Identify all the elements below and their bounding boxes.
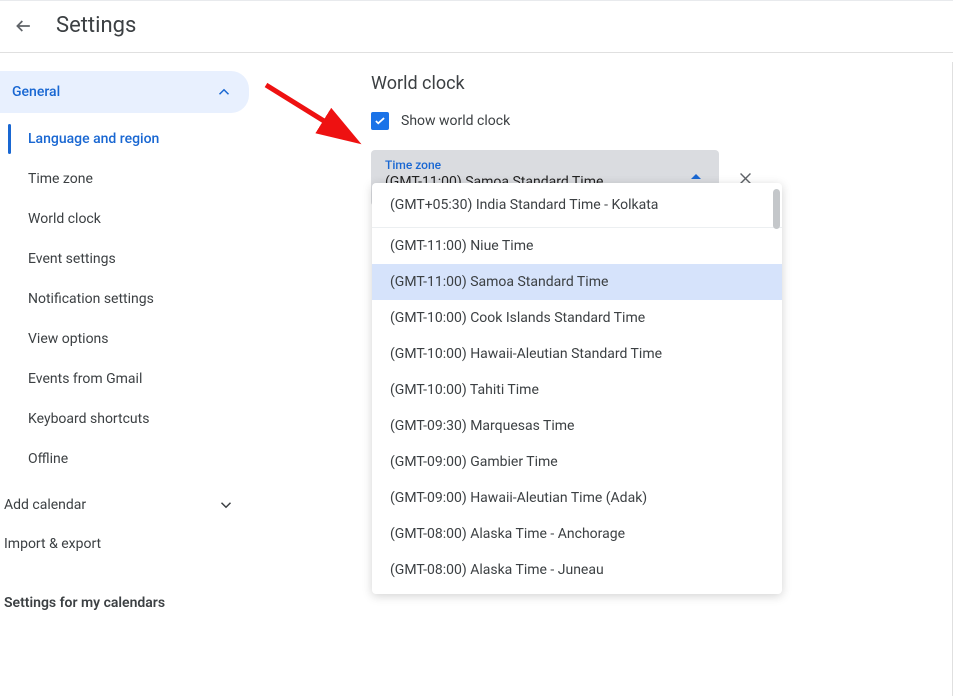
nav-add-calendar[interactable]: Add calendar bbox=[0, 485, 255, 525]
chevron-down-icon bbox=[217, 496, 235, 514]
nav-notification-settings[interactable]: Notification settings bbox=[4, 279, 255, 319]
back-arrow-icon[interactable] bbox=[14, 16, 34, 36]
dropdown-option[interactable]: (GMT-09:00) Hawaii-Aleutian Time (Adak) bbox=[372, 480, 782, 516]
dropdown-current-item[interactable]: (GMT+05:30) India Standard Time - Kolkat… bbox=[372, 183, 782, 228]
nav-event-settings[interactable]: Event settings bbox=[4, 239, 255, 279]
page-title: Settings bbox=[56, 13, 136, 38]
dropdown-option[interactable]: (GMT-09:00) Gambier Time bbox=[372, 444, 782, 480]
chevron-up-icon bbox=[215, 83, 233, 101]
nav-sublist: Language and region Time zone World cloc… bbox=[0, 119, 255, 479]
nav-language-region[interactable]: Language and region bbox=[4, 119, 255, 159]
dropdown-option[interactable]: (GMT-11:00) Niue Time bbox=[372, 228, 782, 264]
nav-keyboard-shortcuts[interactable]: Keyboard shortcuts bbox=[4, 399, 255, 439]
nav-import-export[interactable]: Import & export bbox=[0, 525, 255, 563]
scrollbar-thumb[interactable] bbox=[773, 189, 780, 229]
nav-events-from-gmail[interactable]: Events from Gmail bbox=[4, 359, 255, 399]
nav-offline[interactable]: Offline bbox=[4, 439, 255, 479]
show-world-clock-label: Show world clock bbox=[401, 113, 510, 129]
nav-view-options[interactable]: View options bbox=[4, 319, 255, 359]
show-world-clock-row: Show world clock bbox=[371, 112, 933, 130]
dropdown-option[interactable]: (GMT-10:00) Tahiti Time bbox=[372, 372, 782, 408]
header-bar: Settings bbox=[0, 0, 953, 52]
timezone-float-label: Time zone bbox=[385, 158, 705, 172]
checkmark-icon bbox=[373, 114, 387, 128]
caret-up-icon bbox=[691, 174, 701, 179]
sidebar: General Language and region Time zone Wo… bbox=[0, 53, 255, 611]
show-world-clock-checkbox[interactable] bbox=[371, 112, 389, 130]
timezone-dropdown[interactable]: (GMT+05:30) India Standard Time - Kolkat… bbox=[372, 183, 782, 594]
annotation-arrow bbox=[258, 79, 368, 149]
nav-time-zone[interactable]: Time zone bbox=[4, 159, 255, 199]
main-content: World clock Show world clock Time zone (… bbox=[255, 53, 953, 611]
nav-section-label: General bbox=[12, 84, 60, 100]
dropdown-option[interactable]: (GMT-10:00) Cook Islands Standard Time bbox=[372, 300, 782, 336]
section-heading: World clock bbox=[371, 73, 933, 94]
nav-world-clock[interactable]: World clock bbox=[4, 199, 255, 239]
dropdown-option[interactable]: (GMT-09:30) Marquesas Time bbox=[372, 408, 782, 444]
dropdown-option[interactable]: (GMT-11:00) Samoa Standard Time bbox=[372, 264, 782, 300]
dropdown-option[interactable]: (GMT-10:00) Hawaii-Aleutian Standard Tim… bbox=[372, 336, 782, 372]
dropdown-option[interactable]: (GMT-08:00) Alaska Time - Juneau bbox=[372, 552, 782, 588]
nav-section-general[interactable]: General bbox=[0, 71, 249, 113]
my-calendars-heading: Settings for my calendars bbox=[0, 595, 255, 611]
dropdown-option[interactable]: (GMT-08:00) Alaska Time - Anchorage bbox=[372, 516, 782, 552]
